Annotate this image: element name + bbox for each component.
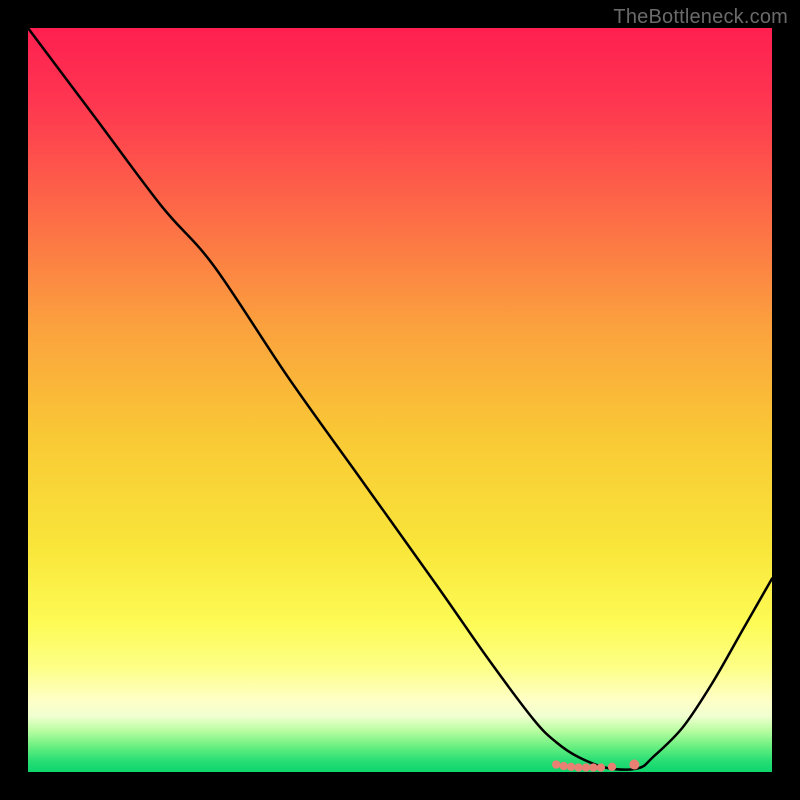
gradient-background: [28, 28, 772, 772]
marker-dot: [608, 763, 616, 771]
marker-dot: [574, 763, 582, 771]
marker-dot: [567, 763, 575, 771]
marker-dot: [597, 763, 605, 771]
bottleneck-chart: [28, 28, 772, 772]
marker-dot: [589, 763, 597, 771]
marker-dot: [629, 760, 639, 770]
marker-dot: [582, 763, 590, 771]
watermark-text: TheBottleneck.com: [613, 6, 788, 29]
marker-dot: [559, 762, 567, 770]
marker-dot: [552, 760, 560, 768]
